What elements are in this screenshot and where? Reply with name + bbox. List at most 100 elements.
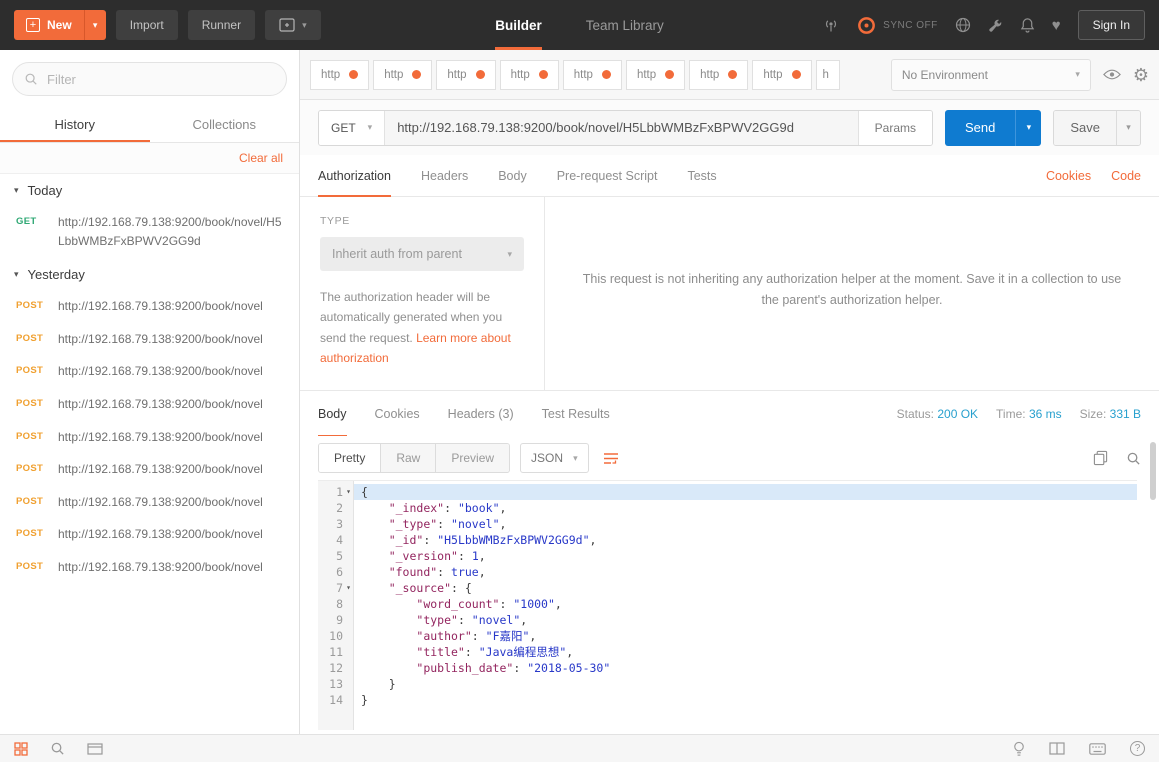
open-request-tab[interactable]: http xyxy=(436,60,495,90)
code-link[interactable]: Code xyxy=(1111,169,1141,183)
code-line[interactable]: 7▾ "_source": { xyxy=(318,580,1137,596)
console-button[interactable] xyxy=(87,743,103,755)
params-button[interactable]: Params xyxy=(858,111,932,145)
view-mode-preview[interactable]: Preview xyxy=(435,444,509,472)
history-item[interactable]: POSThttp://192.168.79.138:9200/book/nove… xyxy=(0,324,299,357)
send-button[interactable]: Send xyxy=(945,110,1015,146)
url-input[interactable]: http://192.168.79.138:9200/book/novel/H5… xyxy=(385,111,857,145)
url-box: GET ▾ http://192.168.79.138:9200/book/no… xyxy=(318,110,933,146)
response-tab-body[interactable]: Body xyxy=(318,391,347,437)
history-item[interactable]: POSThttp://192.168.79.138:9200/book/nove… xyxy=(0,389,299,422)
auth-type-selector[interactable]: Inherit auth from parent ▾ xyxy=(320,237,524,271)
clear-all-link[interactable]: Clear all xyxy=(239,151,283,165)
sync-status[interactable]: SYNC OFF xyxy=(856,15,938,36)
vertical-scrollbar[interactable] xyxy=(1150,442,1156,500)
history-item[interactable]: POSThttp://192.168.79.138:9200/book/nove… xyxy=(0,519,299,552)
fold-arrow-icon[interactable]: ▾ xyxy=(343,484,354,500)
request-tab-headers[interactable]: Headers xyxy=(421,155,468,197)
token: : xyxy=(465,645,479,659)
search-response-button[interactable] xyxy=(1126,451,1141,466)
history-item[interactable]: POSThttp://192.168.79.138:9200/book/nove… xyxy=(0,422,299,455)
wrap-lines-button[interactable] xyxy=(603,451,619,466)
code-line[interactable]: 2 "_index": "book", xyxy=(318,500,1137,516)
signin-button[interactable]: Sign In xyxy=(1078,10,1145,40)
notifications-bell-icon[interactable] xyxy=(1020,17,1035,33)
open-request-tab[interactable]: h xyxy=(816,60,840,90)
open-request-tab[interactable]: http xyxy=(373,60,432,90)
history-group-header[interactable]: ▾Yesterday xyxy=(0,258,299,291)
request-tab-tests[interactable]: Tests xyxy=(687,155,716,197)
fold-arrow-icon[interactable]: ▾ xyxy=(343,580,354,596)
code-line[interactable]: 9 "type": "novel", xyxy=(318,612,1137,628)
tips-button[interactable] xyxy=(1013,741,1025,757)
shortcuts-button[interactable] xyxy=(1089,743,1106,755)
cookies-link[interactable]: Cookies xyxy=(1046,169,1091,183)
environment-selector[interactable]: No Environment ▾ xyxy=(891,59,1091,91)
new-button[interactable]: + New xyxy=(14,10,84,40)
dashboard-globe-icon[interactable] xyxy=(955,17,971,33)
code-line[interactable]: 4 "_id": "H5LbbWMBzFxBPWV2GG9d", xyxy=(318,532,1137,548)
open-request-tab[interactable]: http xyxy=(752,60,811,90)
open-request-tab[interactable]: http xyxy=(563,60,622,90)
filter-input[interactable] xyxy=(12,62,287,96)
import-button[interactable]: Import xyxy=(116,10,178,40)
response-tab-test-results[interactable]: Test Results xyxy=(542,391,610,437)
code-line[interactable]: 13 } xyxy=(318,676,1137,692)
copy-response-button[interactable] xyxy=(1093,450,1108,466)
nav-team-library[interactable]: Team Library xyxy=(586,0,664,50)
open-request-tab[interactable]: http xyxy=(689,60,748,90)
request-tab-pre-request-script[interactable]: Pre-request Script xyxy=(557,155,658,197)
response-tab-cookies[interactable]: Cookies xyxy=(375,391,420,437)
new-window-button[interactable]: ▾ xyxy=(265,10,321,40)
proxy-antenna-icon[interactable] xyxy=(823,18,839,33)
response-tab-headers-3[interactable]: Headers (3) xyxy=(448,391,514,437)
settings-gear-icon[interactable]: ⚙ xyxy=(1133,66,1149,84)
code-line[interactable]: 8 "word_count": "1000", xyxy=(318,596,1137,612)
history-item[interactable]: POSThttp://192.168.79.138:9200/book/nove… xyxy=(0,291,299,324)
nav-builder[interactable]: Builder xyxy=(495,0,542,50)
runner-button[interactable]: Runner xyxy=(188,10,255,40)
method-selector[interactable]: GET ▾ xyxy=(319,111,385,145)
history-item[interactable]: POSThttp://192.168.79.138:9200/book/nove… xyxy=(0,487,299,520)
request-tab-body[interactable]: Body xyxy=(498,155,527,197)
settings-wrench-icon[interactable] xyxy=(988,18,1003,33)
favorites-heart-icon[interactable]: ♥ xyxy=(1052,18,1061,33)
code-line[interactable]: 14} xyxy=(318,692,1137,708)
format-selector[interactable]: JSON ▾ xyxy=(520,443,589,473)
environment-eye-icon[interactable] xyxy=(1103,68,1121,81)
code-line[interactable]: 11 "title": "Java编程思想", xyxy=(318,644,1137,660)
token: "book" xyxy=(458,501,500,515)
code-line[interactable]: 12 "publish_date": "2018-05-30" xyxy=(318,660,1137,676)
sidebar-tab-history[interactable]: History xyxy=(0,108,150,142)
line-number-cell: 5 xyxy=(318,548,354,564)
code-line[interactable]: 10 "author": "F嘉阳", xyxy=(318,628,1137,644)
view-mode-raw[interactable]: Raw xyxy=(380,444,435,472)
send-button-group: Send ▾ xyxy=(945,110,1041,146)
save-dropdown-button[interactable]: ▾ xyxy=(1116,111,1140,145)
sidebar-tab-collections[interactable]: Collections xyxy=(150,108,300,142)
code-line[interactable]: 3 "_type": "novel", xyxy=(318,516,1137,532)
two-pane-toggle-button[interactable] xyxy=(1049,742,1065,755)
code-line[interactable]: 5 "_version": 1, xyxy=(318,548,1137,564)
request-tab-authorization[interactable]: Authorization xyxy=(318,155,391,197)
save-button[interactable]: Save xyxy=(1054,111,1116,145)
code-line[interactable]: 6 "found": true, xyxy=(318,564,1137,580)
history-item[interactable]: POSThttp://192.168.79.138:9200/book/nove… xyxy=(0,356,299,389)
history-item[interactable]: POSThttp://192.168.79.138:9200/book/nove… xyxy=(0,552,299,585)
sidebar-toggle-button[interactable] xyxy=(14,742,28,756)
open-request-tab-label: http xyxy=(384,69,403,81)
global-search-button[interactable] xyxy=(50,741,65,756)
response-body-editor[interactable]: 1▾{2 "_index": "book",3 "_type": "novel"… xyxy=(318,480,1137,730)
open-request-tab[interactable]: http xyxy=(310,60,369,90)
send-dropdown-button[interactable]: ▾ xyxy=(1015,110,1041,146)
code-line[interactable]: 1▾{ xyxy=(318,484,1137,500)
history-group-header[interactable]: ▾Today xyxy=(0,174,299,207)
new-dropdown-button[interactable]: ▾ xyxy=(84,10,106,40)
open-request-tab[interactable]: http xyxy=(500,60,559,90)
view-mode-pretty[interactable]: Pretty xyxy=(319,444,380,472)
history-item[interactable]: POSThttp://192.168.79.138:9200/book/nove… xyxy=(0,454,299,487)
help-button[interactable]: ? xyxy=(1130,741,1145,756)
history-item[interactable]: GEThttp://192.168.79.138:9200/book/novel… xyxy=(0,207,299,258)
token xyxy=(361,581,389,595)
open-request-tab[interactable]: http xyxy=(626,60,685,90)
